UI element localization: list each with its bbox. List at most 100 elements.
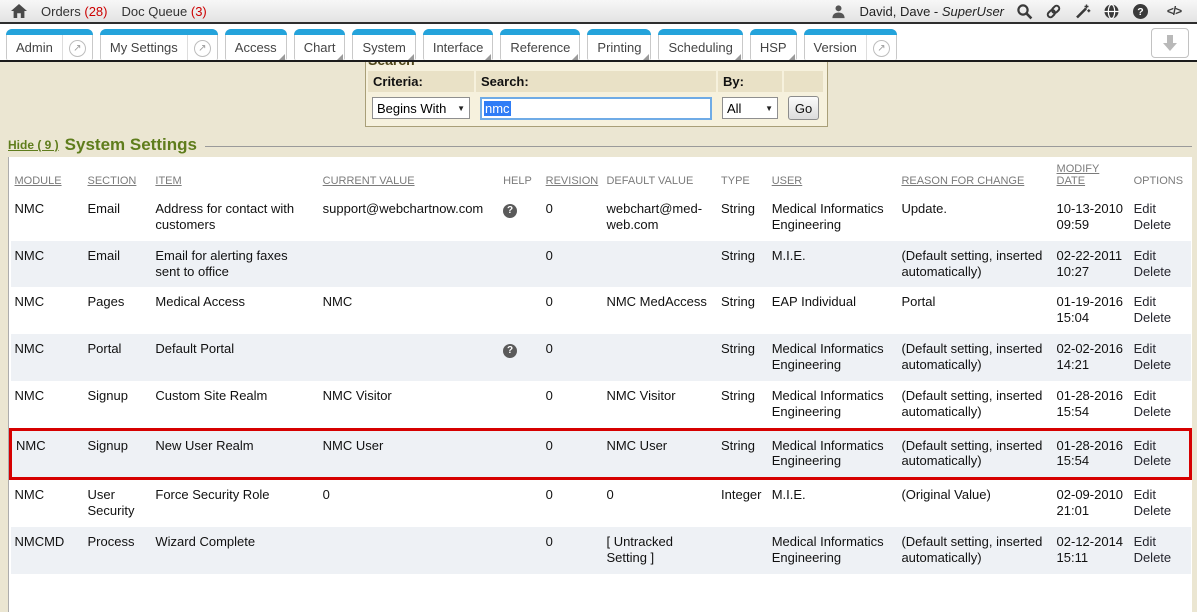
go-button[interactable]: Go [788,96,819,120]
column-header-section[interactable]: SECTION [83,157,151,194]
tab-label: Chart [295,30,345,60]
orders-link[interactable]: Orders (28) [41,4,107,19]
cell-user: M.I.E. [768,479,898,527]
tab-scheduling[interactable]: Scheduling [658,29,742,60]
edit-link[interactable]: Edit [1134,294,1187,310]
cell-module: NMC [11,429,84,479]
cell-type: String [717,241,768,288]
delete-link[interactable]: Delete [1134,310,1187,326]
cell-help [499,479,542,527]
external-link-icon[interactable]: ↗ [187,30,217,60]
search-icon[interactable] [1016,3,1033,20]
edit-link[interactable]: Edit [1134,201,1187,217]
table-row: NMCPortalDefault Portal?0StringMedical I… [11,334,1191,381]
cell-revision: 0 [542,429,603,479]
collapse-nav-button[interactable] [1151,28,1189,58]
cell-type: String [717,194,768,241]
column-header-default-value: DEFAULT VALUE [602,157,717,194]
cell-help [499,241,542,288]
tab-interface[interactable]: Interface [423,29,494,60]
external-link-icon[interactable]: ↗ [62,30,92,60]
column-header-item[interactable]: ITEM [151,157,318,194]
cell-item: Medical Access [151,287,318,334]
hide-link[interactable]: Hide ( 9 ) [8,138,59,152]
cell-revision: 0 [542,334,603,381]
cell-current: 0 [319,479,499,527]
row-help-icon[interactable]: ? [503,344,517,358]
edit-link[interactable]: Edit [1134,341,1187,357]
tab-my-settings[interactable]: My Settings↗ [100,29,218,60]
tab-printing[interactable]: Printing [587,29,651,60]
tab-reference[interactable]: Reference [500,29,580,60]
cell-help: ? [499,194,542,241]
cell-user: Medical Informatics Engineering [768,194,898,241]
by-select[interactable]: All ▼ [722,97,778,119]
edit-link[interactable]: Edit [1134,438,1185,454]
globe-icon[interactable] [1103,3,1120,20]
tab-access[interactable]: Access [225,29,287,60]
home-icon[interactable] [10,3,27,20]
edit-link[interactable]: Edit [1134,534,1187,550]
delete-link[interactable]: Delete [1134,550,1187,566]
tab-chart[interactable]: Chart [294,29,346,60]
tab-system[interactable]: System [352,29,415,60]
cell-options: EditDelete [1130,479,1191,527]
column-header-module[interactable]: MODULE [11,157,84,194]
wand-icon[interactable] [1074,3,1091,20]
tab-admin[interactable]: Admin↗ [6,29,93,60]
cell-current [319,334,499,381]
tab-label: System [353,30,414,60]
tab-label: My Settings [101,30,187,60]
edit-link[interactable]: Edit [1134,388,1187,404]
cell-revision: 0 [542,241,603,288]
cell-revision: 0 [542,287,603,334]
delete-link[interactable]: Delete [1134,404,1187,420]
user-icon [830,3,847,20]
search-input-value: nmc [484,101,511,116]
tab-hsp[interactable]: HSP [750,29,797,60]
cell-type: String [717,381,768,429]
link-icon[interactable] [1045,3,1062,20]
column-header-current-value[interactable]: CURRENT VALUE [319,157,499,194]
delete-link[interactable]: Delete [1134,217,1187,233]
column-header-modify-date[interactable]: MODIFY DATE [1053,157,1130,194]
column-header-user[interactable]: USER [768,157,898,194]
cell-module: NMC [11,241,84,288]
column-header-revision[interactable]: REVISION [542,157,603,194]
tab-label: Printing [588,30,650,60]
by-label: By: [718,71,782,92]
edit-link[interactable]: Edit [1134,487,1187,503]
column-header-reason-for-change[interactable]: REASON FOR CHANGE [897,157,1052,194]
search-label: Search: [476,71,716,92]
cell-section: Process [83,527,151,574]
search-input[interactable]: nmc [480,97,712,120]
delete-link[interactable]: Delete [1134,503,1187,519]
tab-label: Scheduling [659,30,741,60]
cell-options: EditDelete [1130,527,1191,574]
delete-link[interactable]: Delete [1134,453,1185,469]
tab-label: Reference [501,30,579,60]
tab-label: Version [805,30,866,60]
cell-type: String [717,429,768,479]
cell-options: EditDelete [1130,334,1191,381]
tab-version[interactable]: Version↗ [804,29,897,60]
delete-link[interactable]: Delete [1134,357,1187,373]
criteria-select[interactable]: Begins With ▼ [372,97,470,119]
external-link-icon[interactable]: ↗ [866,30,896,60]
help-icon[interactable]: ? [1132,3,1149,20]
cell-options: EditDelete [1130,287,1191,334]
cell-module: NMC [11,381,84,429]
cell-user: Medical Informatics Engineering [768,429,898,479]
cell-modified: 02-22-2011 10:27 [1053,241,1130,288]
row-help-icon[interactable]: ? [503,204,517,218]
delete-link[interactable]: Delete [1134,264,1187,280]
code-icon[interactable]: </> [1161,3,1187,20]
cell-user: Medical Informatics Engineering [768,334,898,381]
doc-queue-link[interactable]: Doc Queue (3) [121,4,206,19]
cell-help [499,287,542,334]
cell-reason: Update. [897,194,1052,241]
cell-item: Default Portal [151,334,318,381]
settings-table: MODULESECTIONITEMCURRENT VALUEHELPREVISI… [9,157,1192,574]
cell-user: EAP Individual [768,287,898,334]
edit-link[interactable]: Edit [1134,248,1187,264]
